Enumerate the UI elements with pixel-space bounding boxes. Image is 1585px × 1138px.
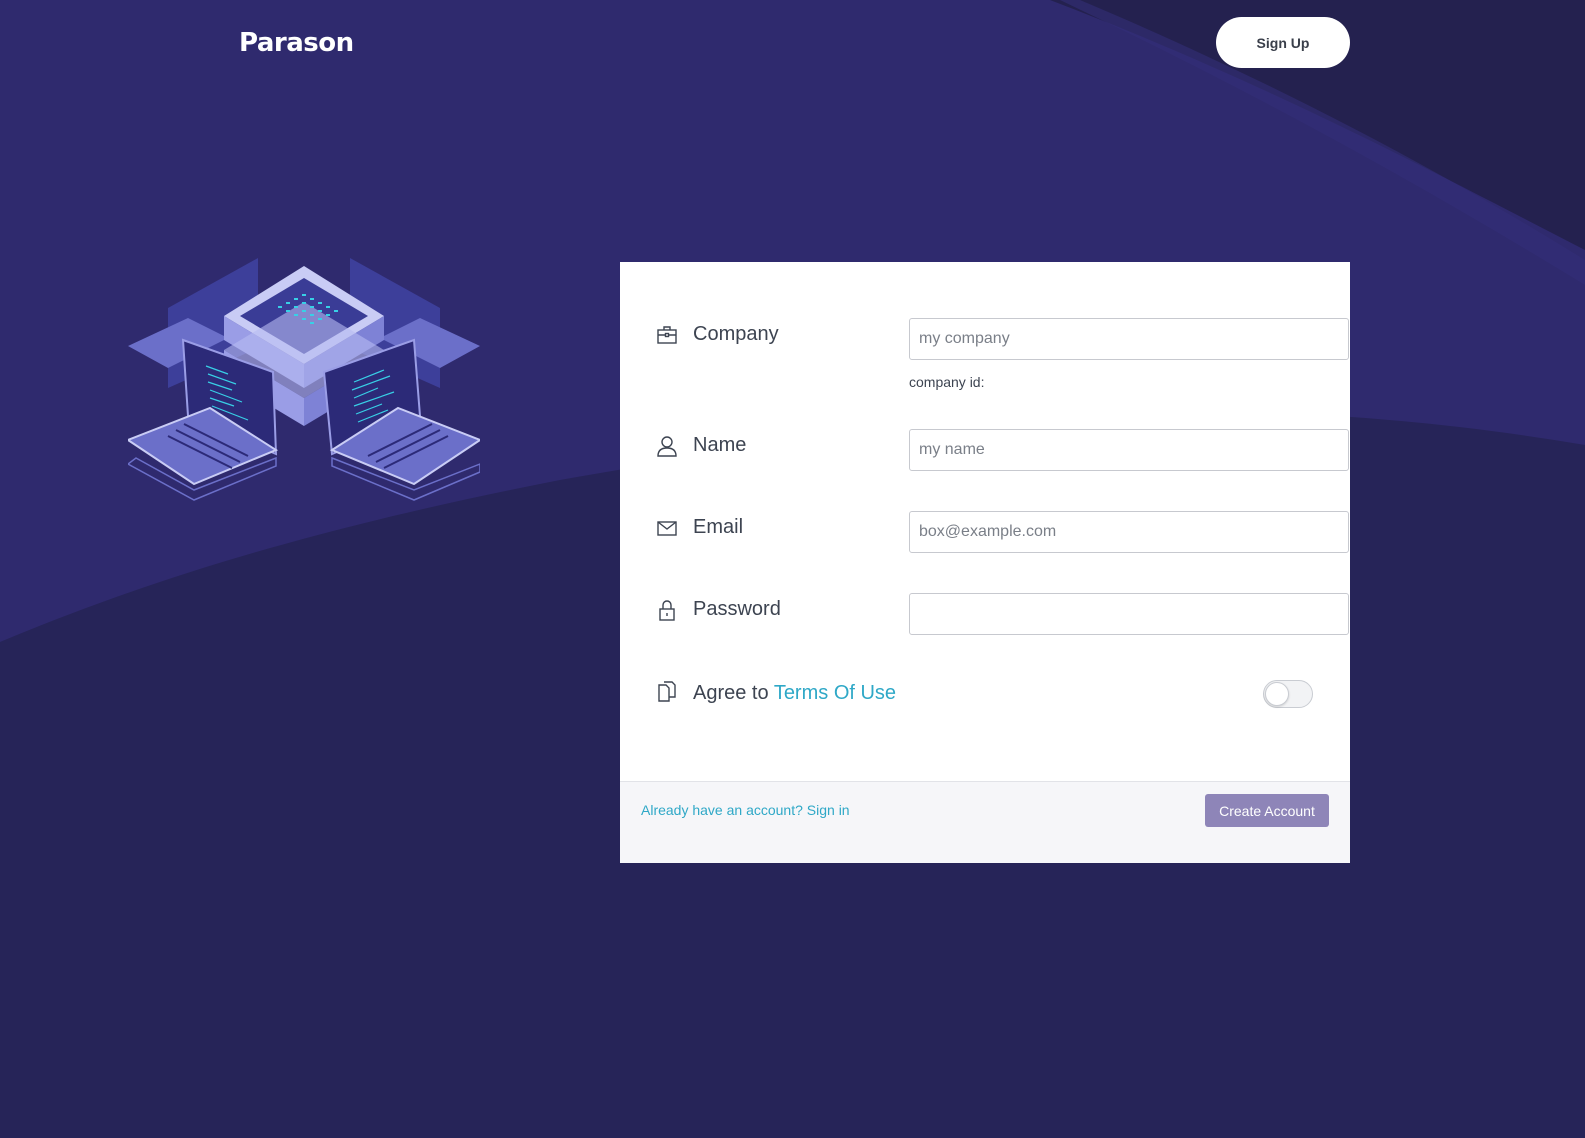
email-input[interactable]	[909, 511, 1349, 553]
email-row: Email	[656, 511, 1349, 561]
name-label: Name	[693, 434, 747, 456]
envelope-icon	[656, 517, 678, 539]
terms-row: Agree to Terms Of Use	[656, 680, 1313, 710]
company-row: Company company id:	[656, 318, 1349, 404]
password-input[interactable]	[909, 593, 1349, 635]
name-input[interactable]	[909, 429, 1349, 471]
terms-label: Agree to Terms Of Use	[693, 682, 896, 705]
isometric-server-laptops-illustration	[128, 258, 480, 501]
company-input[interactable]	[909, 318, 1349, 360]
sign-in-link[interactable]: Already have an account? Sign in	[641, 802, 850, 818]
document-icon	[656, 680, 678, 702]
signup-form-card: Company company id: Name Email	[620, 262, 1350, 863]
password-label: Password	[693, 598, 781, 620]
user-icon	[656, 435, 678, 457]
password-row: Password	[656, 593, 1349, 643]
terms-of-use-link[interactable]: Terms Of Use	[774, 682, 896, 704]
terms-prefix: Agree to	[693, 682, 774, 704]
company-label: Company	[693, 323, 779, 345]
briefcase-icon	[656, 324, 678, 346]
name-row: Name	[656, 429, 1349, 479]
toggle-knob	[1265, 682, 1289, 706]
brand-logo[interactable]: Parason	[239, 28, 354, 58]
create-account-button[interactable]: Create Account	[1205, 794, 1329, 827]
terms-toggle[interactable]	[1263, 680, 1313, 708]
sign-up-button[interactable]: Sign Up	[1216, 17, 1350, 68]
email-label: Email	[693, 516, 744, 538]
company-id-helper: company id:	[909, 374, 985, 390]
card-footer: Already have an account? Sign in Create …	[620, 781, 1350, 863]
lock-icon	[656, 599, 678, 621]
